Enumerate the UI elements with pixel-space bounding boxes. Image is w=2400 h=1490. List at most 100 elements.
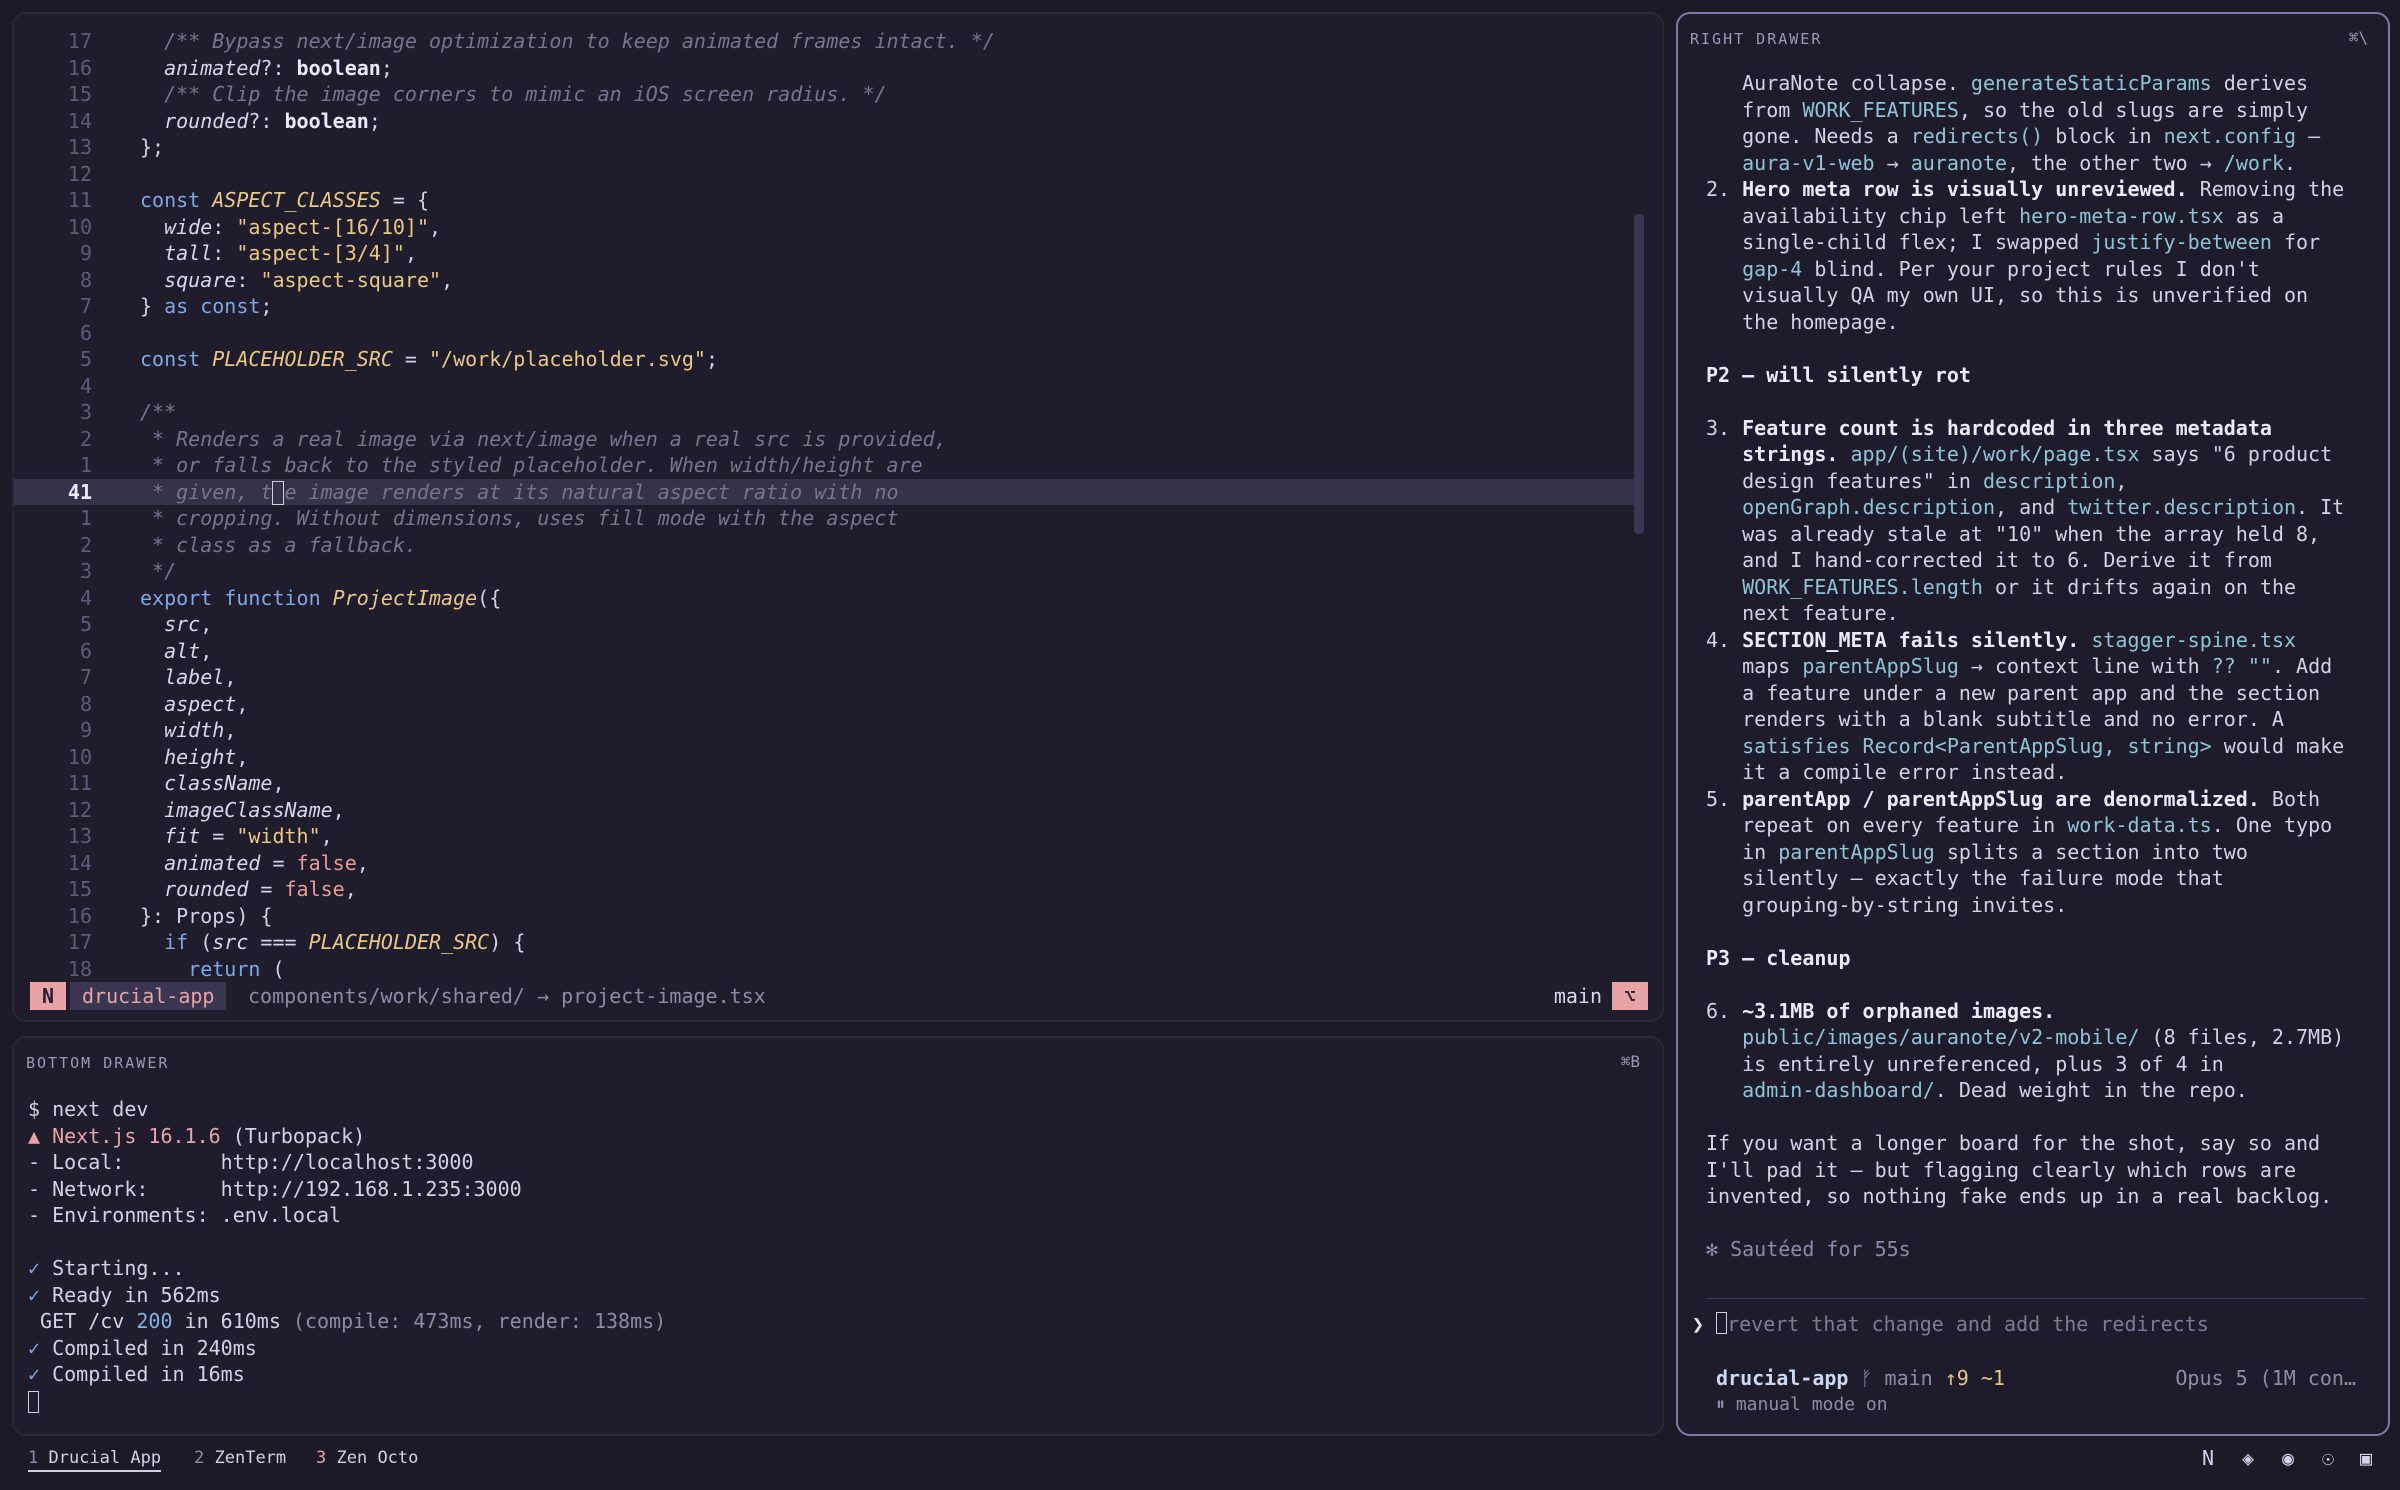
code-line[interactable]: 8 aspect,: [14, 691, 1644, 718]
tab-zenterm[interactable]: 2 ZenTerm: [194, 1448, 286, 1468]
code-line[interactable]: 6: [14, 320, 1644, 347]
code-text[interactable]: } as const;: [92, 293, 272, 320]
code-line[interactable]: 6 alt,: [14, 638, 1644, 665]
code-text[interactable]: /**: [92, 399, 176, 426]
code-text[interactable]: * cropping. Without dimensions, uses fil…: [92, 505, 899, 532]
code-text[interactable]: alt,: [92, 638, 212, 665]
branch-icon: ⌥: [1612, 982, 1648, 1010]
notion-icon[interactable]: N: [2202, 1446, 2214, 1470]
tab-drucial-app[interactable]: 1 Drucial App: [28, 1448, 162, 1472]
code-line[interactable]: 4 export function ProjectImage({: [14, 585, 1644, 612]
line-number: 17: [67, 29, 92, 53]
code-line[interactable]: 17 if (src === PLACEHOLDER_SRC) {: [14, 929, 1644, 956]
code-line[interactable]: 4: [14, 373, 1644, 400]
code-text[interactable]: imageClassName,: [92, 797, 345, 824]
message-line: I'll pad it — but flagging clearly which…: [1706, 1157, 2297, 1182]
code-line[interactable]: 7} as const;: [14, 293, 1644, 320]
tab-zen-octo[interactable]: 3 Zen Octo: [316, 1448, 418, 1468]
code-view[interactable]: 17 /** Bypass next/image optimization to…: [14, 28, 1644, 982]
code-text[interactable]: animated?: boolean;: [92, 55, 393, 82]
code-line[interactable]: 41 * given, te image renders at its natu…: [14, 478, 1644, 505]
code-line[interactable]: 14 rounded?: boolean;: [14, 108, 1644, 135]
code-text[interactable]: if (src === PLACEHOLDER_SRC) {: [92, 929, 525, 956]
message-line: ✻ Sautéed for 55s: [1706, 1237, 1911, 1261]
bottom-drawer[interactable]: BOTTOM DRAWER ⌘B $ next dev ▲ Next.js 16.…: [12, 1036, 1664, 1436]
code-line[interactable]: 11 const ASPECT_CLASSES = {: [14, 187, 1644, 214]
code-line[interactable]: 11 className,: [14, 770, 1644, 797]
code-text[interactable]: animated = false,: [92, 850, 369, 877]
diamond-icon[interactable]: ◈: [2242, 1446, 2254, 1470]
code-text[interactable]: rounded = false,: [92, 876, 357, 903]
terminal-line: ✓ Compiled in 240ms: [28, 1335, 257, 1360]
code-text[interactable]: label,: [92, 664, 236, 691]
code-line[interactable]: 15 /** Clip the image corners to mimic a…: [14, 81, 1644, 108]
prompt-input[interactable]: ❯ revert that change and add the redirec…: [1692, 1312, 2209, 1336]
code-text[interactable]: wide: "aspect-[16/10]",: [92, 214, 441, 241]
display-icon[interactable]: ▣: [2360, 1446, 2372, 1470]
code-text[interactable]: /** Bypass next/image optimization to ke…: [92, 28, 995, 55]
github-icon[interactable]: ☉: [2322, 1446, 2334, 1470]
right-drawer[interactable]: RIGHT DRAWER ⌘\ AuraNote collapse. gener…: [1676, 12, 2390, 1436]
line-number: 1: [79, 506, 92, 530]
code-line[interactable]: 9 width,: [14, 717, 1644, 744]
code-line[interactable]: 16 animated?: boolean;: [14, 55, 1644, 82]
code-line[interactable]: 14 animated = false,: [14, 850, 1644, 877]
terminal-output[interactable]: $ next dev ▲ Next.js 16.1.6 (Turbopack) - …: [28, 1096, 1628, 1414]
code-text[interactable]: src,: [92, 611, 212, 638]
code-text[interactable]: * given, te image renders at its natural…: [92, 479, 899, 505]
code-line[interactable]: 10 height,: [14, 744, 1644, 771]
code-text[interactable]: aspect,: [92, 691, 248, 718]
code-text[interactable]: height,: [92, 744, 248, 771]
code-line[interactable]: 5 const PLACEHOLDER_SRC = "/work/placehol…: [14, 346, 1644, 373]
editor-pane[interactable]: 17 /** Bypass next/image optimization to…: [12, 12, 1664, 1022]
code-line[interactable]: 1 * or falls back to the styled placehol…: [14, 452, 1644, 479]
code-line[interactable]: 9 tall: "aspect-[3/4]",: [14, 240, 1644, 267]
code-line[interactable]: 12: [14, 161, 1644, 188]
code-text[interactable]: fit = "width",: [92, 823, 333, 850]
code-line[interactable]: 3 */: [14, 558, 1644, 585]
code-line[interactable]: 10 wide: "aspect-[16/10]",: [14, 214, 1644, 241]
code-text[interactable]: /** Clip the image corners to mimic an i…: [92, 81, 886, 108]
code-text[interactable]: return (: [92, 956, 284, 983]
message-line: [1706, 971, 2366, 998]
message-line: from WORK_FEATURES, so the old slugs are…: [1706, 97, 2309, 122]
code-text[interactable]: square: "aspect-square",: [92, 267, 453, 294]
code-line[interactable]: 16}: Props) {: [14, 903, 1644, 930]
session-status: drucial-app ᚠ main ↑9 ~1 Opus 5 (1M con…: [1716, 1366, 2366, 1390]
code-text[interactable]: * Renders a real image via next/image wh…: [92, 426, 947, 453]
editor-scrollbar[interactable]: [1634, 214, 1644, 534]
code-line[interactable]: 12 imageClassName,: [14, 797, 1644, 824]
code-text[interactable]: */: [92, 558, 176, 585]
code-line[interactable]: 13 fit = "width",: [14, 823, 1644, 850]
code-text[interactable]: rounded?: boolean;: [92, 108, 381, 135]
code-text[interactable]: };: [92, 134, 164, 161]
code-text[interactable]: * class as a fallback.: [92, 532, 417, 559]
message-line: [1706, 1104, 2366, 1131]
code-line[interactable]: 13};: [14, 134, 1644, 161]
code-text[interactable]: className,: [92, 770, 284, 797]
code-line[interactable]: 2 * class as a fallback.: [14, 532, 1644, 559]
code-text[interactable]: export function ProjectImage({: [92, 585, 501, 612]
code-line[interactable]: 17 /** Bypass next/image optimization to…: [14, 28, 1644, 55]
code-text[interactable]: tall: "aspect-[3/4]",: [92, 240, 417, 267]
code-line[interactable]: 8 square: "aspect-square",: [14, 267, 1644, 294]
line-number: 7: [79, 294, 92, 318]
code-line[interactable]: 15 rounded = false,: [14, 876, 1644, 903]
prompt-text[interactable]: revert that change and add the redirects: [1727, 1312, 2209, 1336]
code-text[interactable]: const ASPECT_CLASSES = {: [92, 187, 429, 214]
code-line[interactable]: 1 * cropping. Without dimensions, uses f…: [14, 505, 1644, 532]
code-line[interactable]: 7 label,: [14, 664, 1644, 691]
terminal-line: $ next dev: [28, 1097, 149, 1121]
prompt-divider: [1706, 1298, 2366, 1299]
code-line[interactable]: 5 src,: [14, 611, 1644, 638]
line-number: 6: [79, 638, 92, 663]
code-line[interactable]: 18 return (: [14, 956, 1644, 983]
code-text[interactable]: }: Props) {: [92, 903, 272, 930]
code-text[interactable]: const PLACEHOLDER_SRC = "/work/placehold…: [92, 346, 718, 373]
code-line[interactable]: 2 * Renders a real image via next/image …: [14, 426, 1644, 453]
message-line: in parentAppSlug splits a section into t…: [1706, 839, 2248, 864]
record-icon[interactable]: ◉: [2282, 1446, 2294, 1470]
code-text[interactable]: width,: [92, 717, 236, 744]
code-line[interactable]: 3/**: [14, 399, 1644, 426]
code-text[interactable]: * or falls back to the styled placeholde…: [92, 452, 923, 479]
